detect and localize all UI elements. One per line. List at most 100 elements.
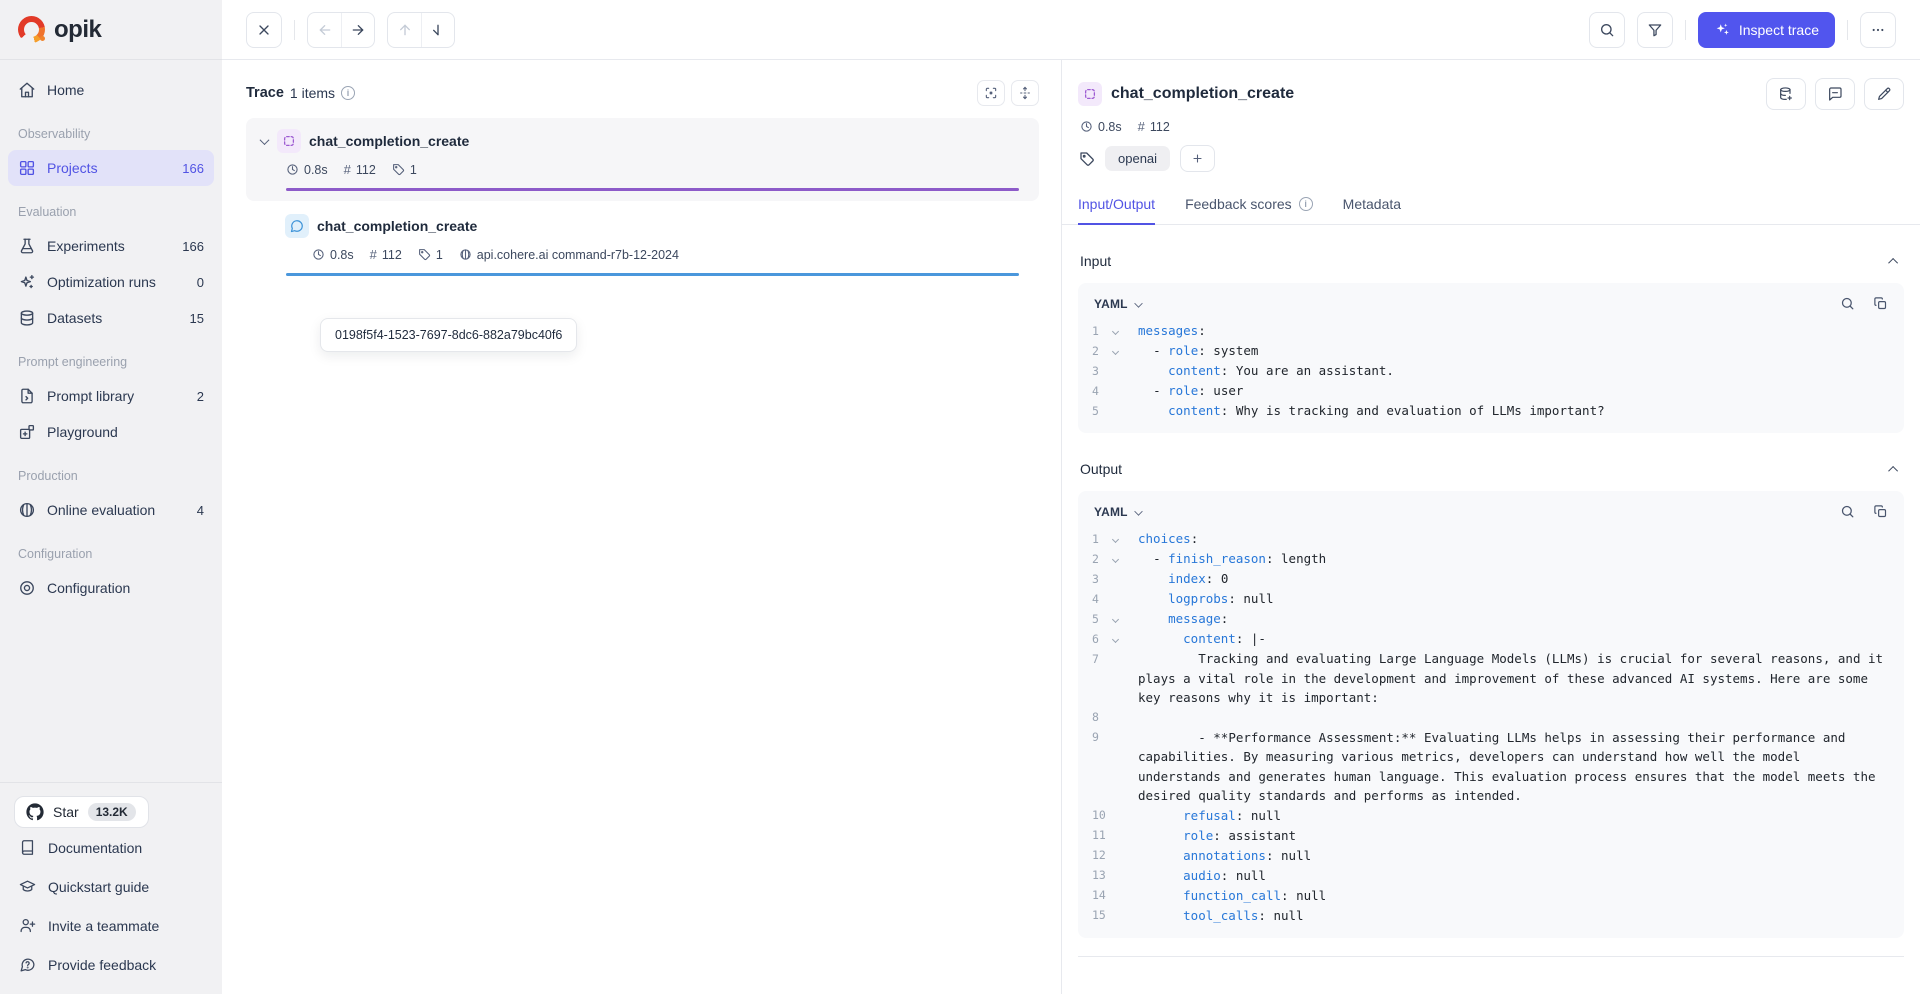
- user-plus-icon: [19, 917, 36, 934]
- search-in-code-icon[interactable]: [1840, 296, 1855, 311]
- code-text: - role: system: [1138, 341, 1890, 361]
- edit-button[interactable]: [1864, 78, 1904, 110]
- tags-chunk: 1: [418, 248, 443, 262]
- sidebar-link-feedback[interactable]: Provide feedback: [14, 945, 208, 984]
- tag-icon: [1079, 151, 1095, 167]
- tab-feedback-scores[interactable]: Feedback scores i: [1185, 196, 1313, 225]
- brain-icon: [18, 501, 36, 519]
- filter-button[interactable]: [1637, 12, 1673, 48]
- sidebar: opik Home Observability Projects 166 Eva…: [0, 0, 222, 994]
- filter-icon: [1647, 22, 1663, 38]
- sidebar-item-optimization-runs[interactable]: Optimization runs 0: [8, 264, 214, 300]
- format-select[interactable]: YAML: [1094, 297, 1128, 311]
- search-button[interactable]: [1589, 12, 1625, 48]
- book-icon: [19, 839, 36, 856]
- add-tag-button[interactable]: [1180, 145, 1215, 172]
- tree-row-trace[interactable]: chat_completion_create 0.8s # 112: [246, 118, 1039, 201]
- next-trace-button[interactable]: [341, 13, 374, 47]
- trace-type-icon: [277, 129, 301, 153]
- collapse-input-chevron-icon[interactable]: [1891, 252, 1901, 270]
- tab-input-output[interactable]: Input/Output: [1078, 196, 1155, 225]
- collapse-chevron-icon[interactable]: [259, 138, 269, 145]
- next-span-button[interactable]: [421, 13, 454, 47]
- code-text: content: Why is tracking and evaluation …: [1138, 401, 1890, 421]
- duration-chunk: 0.8s: [312, 248, 354, 262]
- close-button[interactable]: [246, 12, 282, 48]
- output-card-header: YAML: [1092, 500, 1890, 529]
- app-root: opik Home Observability Projects 166 Eva…: [0, 0, 1920, 994]
- code-text: - role: user: [1138, 381, 1890, 401]
- graduation-cap-icon: [19, 878, 36, 895]
- add-to-dataset-button[interactable]: [1766, 78, 1806, 110]
- tokens-chunk: # 112: [344, 162, 376, 177]
- sidebar-item-experiments[interactable]: Experiments 166: [8, 228, 214, 264]
- code-text: - finish_reason: length: [1138, 549, 1890, 569]
- sidebar-section-prompt-engineering: Prompt engineering: [8, 336, 214, 378]
- code-line: 7 Tracking and evaluating Large Language…: [1092, 649, 1890, 708]
- code-line: 12 annotations: null: [1092, 846, 1890, 866]
- line-number-gutter: 3: [1092, 569, 1138, 589]
- toolbar-divider: [1685, 20, 1686, 40]
- inspect-trace-button[interactable]: Inspect trace: [1698, 12, 1835, 48]
- model-name: api.cohere.ai command-r7b-12-2024: [477, 248, 679, 262]
- code-text: [1138, 708, 1890, 728]
- logo[interactable]: opik: [0, 0, 222, 60]
- line-number-gutter: 1: [1092, 321, 1138, 341]
- sidebar-item-configuration[interactable]: Configuration: [8, 570, 214, 606]
- sidebar-item-playground[interactable]: Playground: [8, 414, 214, 450]
- collapse-output-chevron-icon[interactable]: [1891, 460, 1901, 478]
- fold-chevron-icon[interactable]: [1112, 347, 1119, 354]
- copy-icon[interactable]: [1873, 504, 1888, 519]
- plus-icon: [1191, 152, 1204, 165]
- prev-span-button[interactable]: [388, 13, 421, 47]
- format-select[interactable]: YAML: [1094, 505, 1128, 519]
- sidebar-item-datasets[interactable]: Datasets 15: [8, 300, 214, 336]
- database-icon: [18, 309, 36, 327]
- star-count-badge: 13.2K: [88, 803, 136, 821]
- fold-chevron-icon[interactable]: [1112, 635, 1119, 642]
- footer-link-label: Invite a teammate: [48, 918, 159, 934]
- sidebar-item-online-evaluation[interactable]: Online evaluation 4: [8, 492, 214, 528]
- tag-openai[interactable]: openai: [1105, 146, 1170, 171]
- arrow-left-icon: [317, 22, 333, 38]
- copy-icon[interactable]: [1873, 296, 1888, 311]
- arrow-down-icon: [430, 22, 446, 38]
- line-number-gutter: 2: [1092, 549, 1138, 569]
- inspect-trace-label: Inspect trace: [1739, 22, 1819, 38]
- sidebar-item-label: Experiments: [47, 238, 125, 254]
- expand-rows-button[interactable]: [1011, 80, 1039, 106]
- tree-row-llm-span[interactable]: chat_completion_create 0.8s # 112: [246, 203, 1039, 286]
- fold-chevron-icon[interactable]: [1112, 555, 1119, 562]
- info-icon[interactable]: i: [341, 86, 355, 100]
- code-line: 5 message:: [1092, 609, 1890, 629]
- focus-view-button[interactable]: [977, 80, 1005, 106]
- sidebar-link-documentation[interactable]: Documentation: [14, 828, 208, 867]
- code-text: refusal: null: [1138, 806, 1890, 826]
- search-in-code-icon[interactable]: [1840, 504, 1855, 519]
- sidebar-item-prompt-library[interactable]: Prompt library 2: [8, 378, 214, 414]
- input-card-header: YAML: [1092, 292, 1890, 321]
- fold-chevron-icon[interactable]: [1112, 535, 1119, 542]
- sidebar-link-quickstart[interactable]: Quickstart guide: [14, 867, 208, 906]
- sidebar-item-projects[interactable]: Projects 166: [8, 150, 214, 186]
- code-line: 4 - role: user: [1092, 381, 1890, 401]
- tree-title: Trace: [246, 85, 284, 101]
- fold-chevron-icon[interactable]: [1112, 615, 1119, 622]
- line-number-gutter: 10: [1092, 806, 1138, 826]
- tab-metadata[interactable]: Metadata: [1343, 196, 1401, 225]
- github-star-button[interactable]: Star 13.2K: [14, 796, 149, 828]
- code-line: 5 content: Why is tracking and evaluatio…: [1092, 401, 1890, 421]
- sparkle-icon: [18, 273, 36, 291]
- code-line: 11 role: assistant: [1092, 826, 1890, 846]
- content-area: Trace 1 items i: [222, 60, 1920, 994]
- add-comment-button[interactable]: [1815, 78, 1855, 110]
- sidebar-item-count: 4: [197, 503, 204, 518]
- fold-chevron-icon[interactable]: [1112, 327, 1119, 334]
- sidebar-item-home[interactable]: Home: [8, 72, 214, 108]
- sidebar-item-label: Online evaluation: [47, 502, 155, 518]
- tag-icon: [392, 163, 405, 176]
- sidebar-link-invite[interactable]: Invite a teammate: [14, 906, 208, 945]
- more-options-button[interactable]: [1860, 12, 1896, 48]
- code-text: function_call: null: [1138, 886, 1890, 906]
- prev-trace-button[interactable]: [308, 13, 341, 47]
